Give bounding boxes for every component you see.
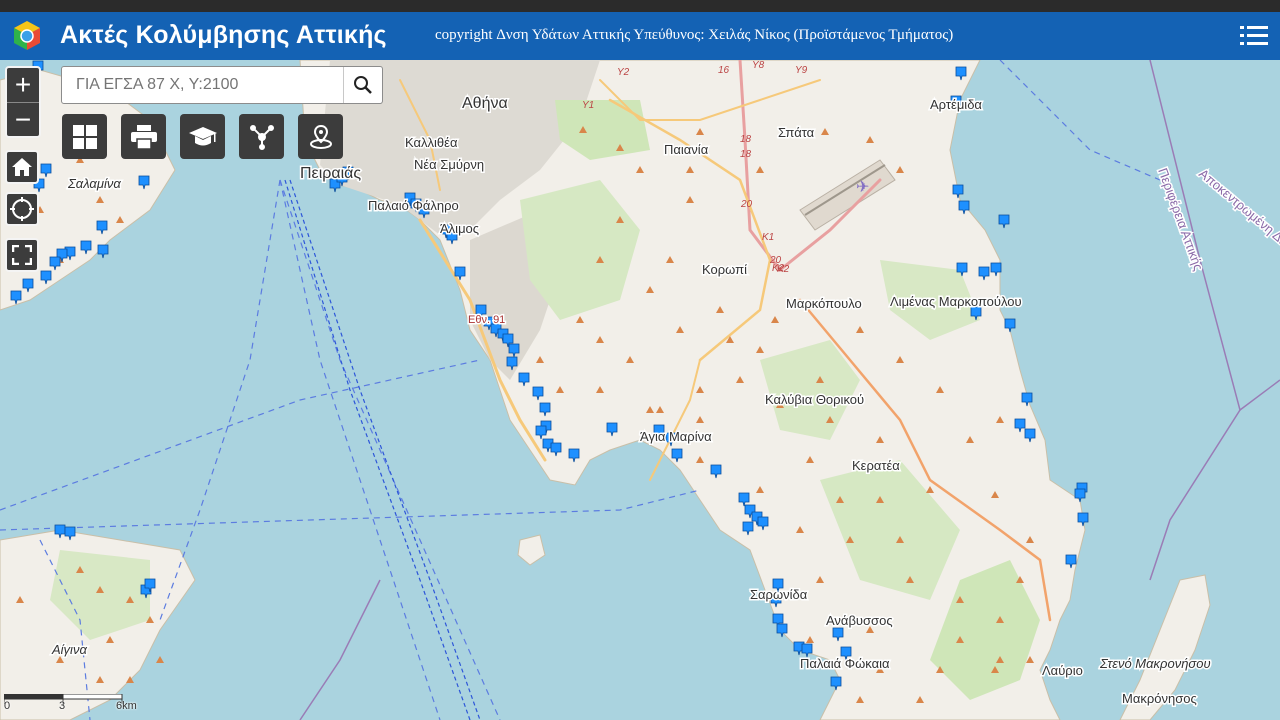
map-label: Σαρωνίδα [750,587,808,602]
copyright-text: copyright Δνση Υδάτων Αττικής Υπεύθυνος:… [435,27,954,43]
home-icon [12,158,32,176]
basemap-gallery-button[interactable] [62,114,107,159]
road-label: Y2 [617,67,630,78]
road-label: K1 [762,232,774,243]
measure-nodes-icon [249,124,274,150]
home-button[interactable] [5,150,39,184]
search-icon [354,76,372,94]
print-button[interactable] [121,114,166,159]
road-label: Y9 [795,65,808,76]
road-label: 18 [740,134,752,145]
map-pin-icon [309,124,332,149]
zoom-out-button[interactable]: − [7,102,39,137]
zoom-in-button[interactable]: + [7,68,39,102]
scale-label-3: 3 [59,700,66,712]
map-label: Παλαιό Φάληρο [368,198,459,213]
browser-top-strip [0,0,1280,12]
legend-button[interactable] [180,114,225,159]
map-label: Καλλιθέα [405,135,458,150]
map-label: Σπάτα [778,125,815,140]
map-label: Νέα Σμύρνη [414,157,484,172]
scale-label-6km: 6km [116,700,137,712]
printer-icon [130,124,157,149]
road-label: 16 [718,65,730,76]
fullscreen-button[interactable] [5,238,39,272]
map-label: Καλύβια Θορικού [765,392,864,407]
coordinate-search [61,66,383,104]
scale-bar: 0 3 6km [3,693,154,720]
app-header: Ακτές Κολύμβησης Αττικής copyright Δνση … [0,12,1280,60]
map-label: Μακρόνησος [1122,691,1197,706]
map-app: Ακτές Κολύμβησης Αττικής copyright Δνση … [0,0,1280,720]
map-label: Ανάβυσσος [826,613,893,628]
basemap[interactable]: Αθήνα Καλλιθέα Νέα Σμύρνη Πειραιάς Παλαιό Φά… [0,58,1280,720]
map-label: Μαρκόπουλο [786,296,862,311]
map-label: Λιμένας Μαρκοπούλου [890,294,1022,309]
fullscreen-icon [12,245,32,265]
map-label: Άγια Μαρίνα [640,429,712,444]
road-label: 18 [740,149,752,160]
road-label: Y1 [582,100,594,111]
map-label: Εθν. 91 [468,314,505,326]
map-canvas[interactable]: Αθήνα Καλλιθέα Νέα Σμύρνη Πειραιάς Παλαιό Φά… [0,58,1280,720]
measure-button[interactable] [239,114,284,159]
search-input[interactable] [62,67,344,103]
grid-icon [72,124,97,149]
map-label: Παλαιά Φώκαια [800,656,890,671]
map-label: Αρτέμιδα [930,97,982,112]
map-label: Κορωπί [702,262,747,277]
menu-list-icon[interactable] [1238,20,1270,52]
map-label: Πειραιάς [300,165,361,182]
map-label: Αθήνα [462,95,508,112]
road-label: K2 [777,264,790,275]
graduation-cap-icon [188,126,217,145]
map-label: Αίγινα [51,642,87,657]
map-label: Λαύριο [1042,663,1083,678]
road-label: 20 [740,199,753,210]
map-label: Παιανία [664,142,709,157]
locate-button[interactable] [5,192,39,226]
airport-icon: ✈ [856,179,869,196]
zoom-control: + − [5,66,41,138]
map-label: Άλιμος [440,221,479,236]
app-title: Ακτές Κολύμβησης Αττικής [60,21,387,49]
scale-label-0: 0 [4,700,11,712]
map-label: Στενό Μακρονήσου [1099,656,1211,671]
location-search-button[interactable] [298,114,343,159]
road-label: Y8 [752,60,765,71]
map-label: Σαλαμίνα [67,176,121,191]
app-logo-icon [14,21,40,50]
crosshair-icon [10,197,34,221]
search-button[interactable] [343,67,382,103]
map-label: Κερατέα [852,458,900,473]
